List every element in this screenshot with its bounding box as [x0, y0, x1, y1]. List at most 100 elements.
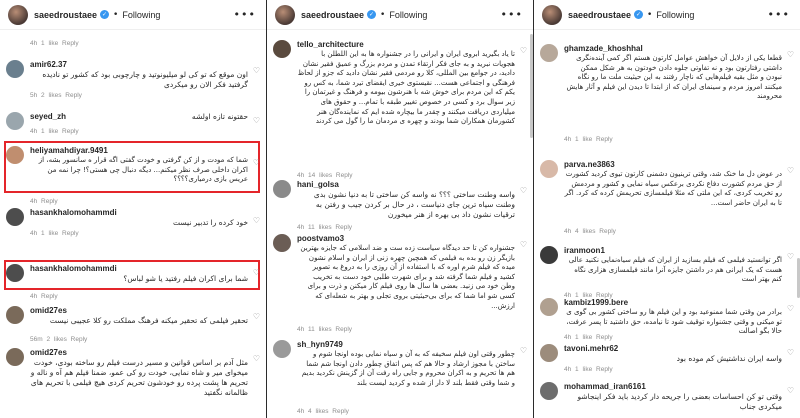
comment-username[interactable]: amir62.37 — [30, 60, 67, 69]
comment-text: واسه وطنت ساختی ؟؟؟ نه واسه کن ساختی تا … — [313, 190, 515, 219]
author-avatar[interactable] — [8, 4, 28, 25]
post-header: saeedroustaee ✓ • Following ••• — [534, 0, 800, 30]
like-heart-icon[interactable]: ♡ — [252, 66, 261, 75]
like-heart-icon[interactable]: ♡ — [786, 386, 795, 395]
avatar[interactable] — [540, 44, 558, 62]
like-heart-icon[interactable]: ♡ — [252, 312, 261, 321]
comment-username[interactable]: sh_hyn9749 — [297, 340, 343, 349]
avatar[interactable] — [273, 234, 291, 252]
comment-username[interactable]: iranmoon1 — [564, 246, 605, 255]
author-username[interactable]: saeedroustaee — [34, 10, 97, 20]
author-avatar[interactable] — [275, 4, 295, 25]
comment: mohammad_iran6161 وقتی تو کن احساسات بعض… — [540, 382, 796, 418]
avatar[interactable] — [6, 348, 24, 366]
like-heart-icon[interactable]: ♡ — [519, 46, 528, 55]
like-heart-icon[interactable]: ♡ — [786, 348, 795, 357]
comment: tello_architecture تا یاد بگیرید ابروی ا… — [273, 40, 529, 180]
comment-username[interactable]: poostvamo3 — [297, 234, 344, 243]
avatar[interactable] — [540, 344, 558, 362]
avatar[interactable] — [6, 264, 24, 282]
comment-meta[interactable]: 4h 11 likes Reply — [297, 224, 352, 231]
more-options-icon[interactable]: ••• — [768, 8, 790, 21]
like-heart-icon[interactable]: ♡ — [252, 216, 261, 225]
comment-username[interactable]: kambiz1999.bere — [564, 298, 628, 307]
avatar[interactable] — [6, 306, 24, 324]
comment-meta[interactable]: 4h 1 like Reply — [30, 128, 79, 135]
like-heart-icon[interactable]: ♡ — [786, 166, 795, 175]
comment-text: واسه ایران نداشتیش کم موده بود — [676, 354, 782, 363]
comment-text: مثل آدم بر اساس قوانین و مسیر درست فیلم … — [30, 358, 248, 397]
comment-meta[interactable]: 4h 1 like Reply — [564, 366, 613, 373]
author-username[interactable]: saeedroustaee — [301, 10, 364, 20]
post-header: saeedroustaee ✓ • Following ••• — [267, 0, 533, 30]
comments-panel-2: saeedroustaee ✓ • Following ••• tello_ar… — [267, 0, 533, 418]
more-options-icon[interactable]: ••• — [234, 8, 256, 21]
avatar[interactable] — [540, 382, 558, 400]
comment-meta[interactable]: 4h 1 like Reply — [30, 230, 79, 237]
comment-meta[interactable]: 4h 1 like Reply — [30, 40, 79, 47]
comment: omid27es تحقیر فیلمی که تحقیر میکنه فرهن… — [6, 306, 262, 343]
like-heart-icon[interactable]: ♡ — [786, 50, 795, 59]
comment-meta[interactable]: 4h 14 likes Reply — [297, 172, 353, 179]
like-heart-icon[interactable]: ♡ — [252, 158, 261, 167]
comment-text: حقتونه تازه اولشه — [191, 112, 248, 121]
comment-text: چطور وقتی اون فیلم سخیفه که به آن و سیاه… — [301, 350, 515, 387]
author-avatar[interactable] — [542, 4, 562, 25]
comment-text: در عوض دل ما خنک شد، وقتی ترینیون دشمنی … — [564, 170, 782, 207]
comment-username[interactable]: mohammad_iran6161 — [564, 382, 646, 391]
comment-meta[interactable]: 4h Reply — [30, 293, 58, 300]
comment-meta[interactable]: 4h 1 like Reply — [564, 136, 613, 143]
like-heart-icon[interactable]: ♡ — [252, 268, 261, 277]
comment-username[interactable]: parva.ne3863 — [564, 160, 615, 169]
comment-text: اون موقع که تو کی لو میلیونوتید و چارچوب… — [42, 70, 248, 89]
comment-text: شما که مودت و از کن گرفتی و خودت گفتی اگ… — [38, 156, 248, 183]
avatar[interactable] — [6, 112, 24, 130]
comment-username[interactable]: ghamzade_khoshhal — [564, 44, 643, 53]
more-options-icon[interactable]: ••• — [501, 8, 523, 21]
like-heart-icon[interactable]: ♡ — [786, 304, 795, 313]
like-heart-icon[interactable]: ♡ — [519, 186, 528, 195]
like-heart-icon[interactable]: ♡ — [519, 240, 528, 249]
avatar[interactable] — [540, 246, 558, 264]
avatar[interactable] — [540, 160, 558, 178]
comment-text: تا یاد بگیرید ابروی ایران و ایرانی را در… — [297, 50, 515, 126]
comment-meta[interactable]: 4h 4 likes Reply — [297, 408, 349, 415]
avatar[interactable] — [6, 60, 24, 78]
verified-badge-icon: ✓ — [367, 10, 377, 19]
comment: amir62.37 اون موقع که تو کی لو میلیونوتی… — [6, 60, 262, 104]
following-button[interactable]: Following — [656, 10, 694, 20]
following-button[interactable]: Following — [122, 10, 160, 20]
scrollbar[interactable] — [530, 34, 533, 138]
comment-text: شما برای اکران فیلم رفتید یا شو لباس؟ — [123, 274, 248, 283]
avatar[interactable] — [6, 208, 24, 226]
comment-username[interactable]: omid27es — [30, 306, 67, 315]
avatar[interactable] — [273, 40, 291, 58]
comments-panel-1: saeedroustaee ✓ • Following ••• 4h 1 lik… — [0, 0, 266, 418]
comment-username[interactable]: tello_architecture — [297, 40, 364, 49]
comment-username[interactable]: tavoni.mehr62 — [564, 344, 618, 353]
like-heart-icon[interactable]: ♡ — [252, 354, 261, 363]
comment-username[interactable]: seyed_zh — [30, 112, 66, 121]
comment-username[interactable]: omid27es — [30, 348, 67, 357]
avatar[interactable] — [273, 340, 291, 358]
comment-meta[interactable]: 56m 2 likes Reply — [30, 336, 87, 343]
comment-meta[interactable]: 5h 2 likes Reply — [30, 92, 82, 99]
like-heart-icon[interactable]: ♡ — [519, 346, 528, 355]
following-button[interactable]: Following — [389, 10, 427, 20]
comment-username[interactable]: hasankhalomohammdi — [30, 208, 117, 217]
author-username[interactable]: saeedroustaee — [568, 10, 631, 20]
comment-text: خود کرده را تدبیر نیست — [173, 218, 248, 227]
avatar[interactable] — [273, 180, 291, 198]
comment-meta[interactable]: 4h 4 likes Reply — [564, 228, 616, 235]
like-heart-icon[interactable]: ♡ — [786, 252, 795, 261]
comment-meta[interactable]: 4h 11 likes Reply — [297, 326, 352, 333]
comment-username[interactable]: heliyamahdiyar.9491 — [30, 146, 108, 155]
comment: kambiz1999.bere برادر من وقتی شما ممنوعی… — [540, 298, 796, 342]
comment-username[interactable]: hani_golsa — [297, 180, 339, 189]
comment-meta[interactable]: 4h Reply — [30, 198, 58, 205]
comment-username[interactable]: hasankhalomohammdi — [30, 264, 117, 273]
avatar[interactable] — [6, 146, 24, 164]
avatar[interactable] — [540, 298, 558, 316]
comment-meta[interactable]: 4h 1 like Reply — [564, 334, 613, 341]
like-heart-icon[interactable]: ♡ — [252, 116, 261, 125]
